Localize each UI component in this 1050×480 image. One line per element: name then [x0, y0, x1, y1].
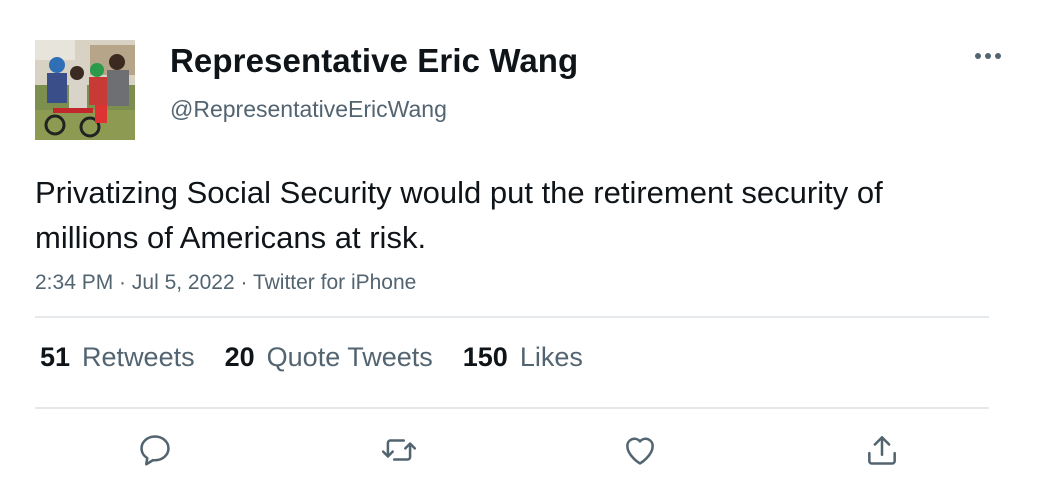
divider	[35, 316, 989, 318]
like-icon	[626, 437, 654, 465]
avatar[interactable]	[35, 40, 135, 140]
more-options-icon[interactable]	[972, 42, 1004, 70]
retweet-button[interactable]	[377, 428, 421, 472]
user-handle[interactable]: @RepresentativeEricWang	[170, 96, 447, 123]
likes-label: Likes	[519, 342, 583, 372]
display-name[interactable]: Representative Eric Wang	[170, 42, 578, 80]
meta-separator: ·	[113, 271, 132, 294]
likes-count: 150	[462, 342, 508, 372]
tweet-time[interactable]: 2:34 PM	[35, 271, 113, 294]
tweet-source[interactable]: Twitter for iPhone	[253, 271, 416, 294]
tweet-stats: 51 Retweets 20 Quote Tweets 150 Likes	[40, 342, 613, 378]
retweets-label: Retweets	[82, 342, 195, 372]
tweet-text: Privatizing Social Security would put th…	[35, 175, 883, 255]
tweet-metadata: 2:34 PM · Jul 5, 2022 · Twitter for iPho…	[35, 271, 416, 295]
quote-tweets-label: Quote Tweets	[266, 342, 433, 372]
tweet-date[interactable]: Jul 5, 2022	[132, 271, 235, 294]
quote-tweets-count: 20	[224, 342, 255, 372]
retweets-stat[interactable]: 51 Retweets	[40, 342, 195, 373]
quote-tweets-stat[interactable]: 20 Quote Tweets	[225, 342, 433, 373]
reply-button[interactable]	[133, 428, 177, 472]
divider	[35, 407, 989, 409]
like-button[interactable]	[618, 428, 662, 472]
profile-photo	[35, 40, 135, 140]
retweets-count: 51	[40, 342, 71, 372]
share-icon	[868, 436, 896, 465]
meta-separator: ·	[234, 271, 253, 294]
share-button[interactable]	[860, 428, 904, 472]
retweet-icon	[381, 439, 417, 461]
reply-icon	[140, 435, 170, 466]
likes-stat[interactable]: 150 Likes	[463, 342, 583, 373]
